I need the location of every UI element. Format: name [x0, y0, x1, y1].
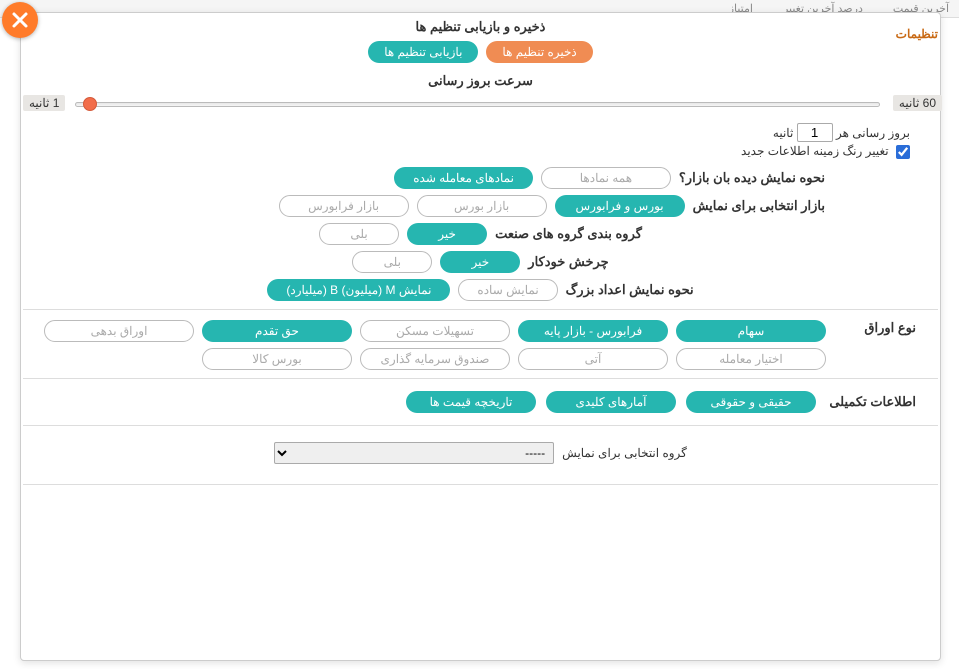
- sec-rights[interactable]: حق تقدم: [202, 320, 352, 342]
- load-settings-button[interactable]: بازیابی تنظیم ها: [368, 41, 478, 63]
- color-change-checkbox[interactable]: [896, 145, 910, 159]
- refresh-seconds-input[interactable]: [797, 123, 833, 142]
- industry-group-label: گروه بندی گروه های صنعت: [495, 226, 642, 242]
- sec-commodity[interactable]: بورس کالا: [202, 348, 352, 370]
- refresh-title: سرعت بروز رسانی: [21, 73, 940, 89]
- auto-scroll-row: چرخش خودکار خیر بلی: [21, 251, 940, 273]
- close-icon: [11, 11, 29, 29]
- divider: [23, 309, 938, 310]
- display-mode-label: نحوه نمایش دیده بان بازار؟: [679, 170, 825, 186]
- group-select-dropdown[interactable]: -----: [274, 442, 554, 464]
- display-mode-all[interactable]: همه نمادها: [541, 167, 671, 189]
- slider-track[interactable]: [75, 102, 880, 107]
- sec-futures[interactable]: آتی: [518, 348, 668, 370]
- save-settings-button[interactable]: ذخیره تنظیم ها: [486, 41, 592, 63]
- divider: [23, 425, 938, 426]
- slider-min-label: 1 ثانیه: [23, 95, 65, 111]
- market-select-row: بازار انتخابی برای نمایش بورس و فرابورس …: [21, 195, 940, 217]
- industry-no[interactable]: خیر: [407, 223, 487, 245]
- securities-section: نوع اوراق سهام فرابورس - بازار پایه تسهی…: [21, 318, 940, 370]
- sec-debt[interactable]: اوراق بدهی: [44, 320, 194, 342]
- extra-info-label: اطلاعات تکمیلی: [826, 394, 916, 410]
- display-mode-traded[interactable]: نمادهای معامله شده: [394, 167, 533, 189]
- market-bourse[interactable]: بازار بورس: [417, 195, 547, 217]
- auto-scroll-yes[interactable]: بلی: [352, 251, 432, 273]
- extra-key-stats[interactable]: آمارهای کلیدی: [546, 391, 676, 413]
- auto-scroll-no[interactable]: خیر: [440, 251, 520, 273]
- sec-stocks[interactable]: سهام: [676, 320, 826, 342]
- settings-modal: تنظیمات ذخیره و بازیابی تنظیم ها ذخیره ت…: [20, 12, 941, 661]
- divider: [23, 378, 938, 379]
- close-button[interactable]: [2, 2, 38, 38]
- sec-options[interactable]: اختیار معامله: [676, 348, 826, 370]
- divider: [23, 484, 938, 485]
- display-mode-row: نحوه نمایش دیده بان بازار؟ همه نمادها نم…: [21, 167, 940, 189]
- sec-funds[interactable]: صندوق سرمایه گذاری: [360, 348, 510, 370]
- refresh-input-row: بروز رسانی هر ثانیه: [51, 123, 910, 142]
- refresh-prefix: بروز رسانی هر: [836, 126, 910, 140]
- refresh-suffix: ثانیه: [773, 126, 793, 140]
- refresh-slider[interactable]: 60 ثانیه 1 ثانیه: [51, 95, 910, 113]
- color-change-row: تغییر رنگ زمینه اطلاعات جدید: [51, 144, 910, 159]
- big-numbers-label: نحوه نمایش اعداد بزرگ: [566, 282, 694, 298]
- group-select-label: گروه انتخابی برای نمایش: [562, 446, 687, 460]
- industry-group-row: گروه بندی گروه های صنعت خیر بلی: [21, 223, 940, 245]
- group-select-row: گروه انتخابی برای نمایش -----: [21, 434, 940, 476]
- modal-title: تنظیمات: [896, 27, 938, 41]
- market-both[interactable]: بورس و فرابورس: [555, 195, 685, 217]
- save-load-row: ذخیره تنظیم ها بازیابی تنظیم ها: [21, 41, 940, 63]
- slider-max-label: 60 ثانیه: [893, 95, 942, 111]
- big-numbers-mb[interactable]: نمایش M (میلیون) B (میلیارد): [267, 279, 450, 301]
- securities-label: نوع اوراق: [864, 320, 916, 336]
- slider-thumb[interactable]: [83, 97, 97, 111]
- extra-info-row: اطلاعات تکمیلی حقیقی و حقوقی آمارهای کلی…: [21, 387, 940, 417]
- securities-grid: سهام فرابورس - بازار پایه تسهیلات مسکن ح…: [45, 320, 826, 370]
- sec-base-market[interactable]: فرابورس - بازار پایه: [518, 320, 668, 342]
- market-select-label: بازار انتخابی برای نمایش: [693, 198, 825, 214]
- color-change-label: تغییر رنگ زمینه اطلاعات جدید: [741, 144, 889, 158]
- sec-housing[interactable]: تسهیلات مسکن: [360, 320, 510, 342]
- big-numbers-simple[interactable]: نمایش ساده: [458, 279, 557, 301]
- extra-real-legal[interactable]: حقیقی و حقوقی: [686, 391, 816, 413]
- save-load-title: ذخیره و بازیابی تنظیم ها: [21, 19, 940, 35]
- auto-scroll-label: چرخش خودکار: [528, 254, 608, 270]
- market-farabourse[interactable]: بازار فرابورس: [279, 195, 409, 217]
- big-numbers-row: نحوه نمایش اعداد بزرگ نمایش ساده نمایش M…: [21, 279, 940, 301]
- extra-price-history[interactable]: تاریخچه قیمت ها: [406, 391, 536, 413]
- industry-yes[interactable]: بلی: [319, 223, 399, 245]
